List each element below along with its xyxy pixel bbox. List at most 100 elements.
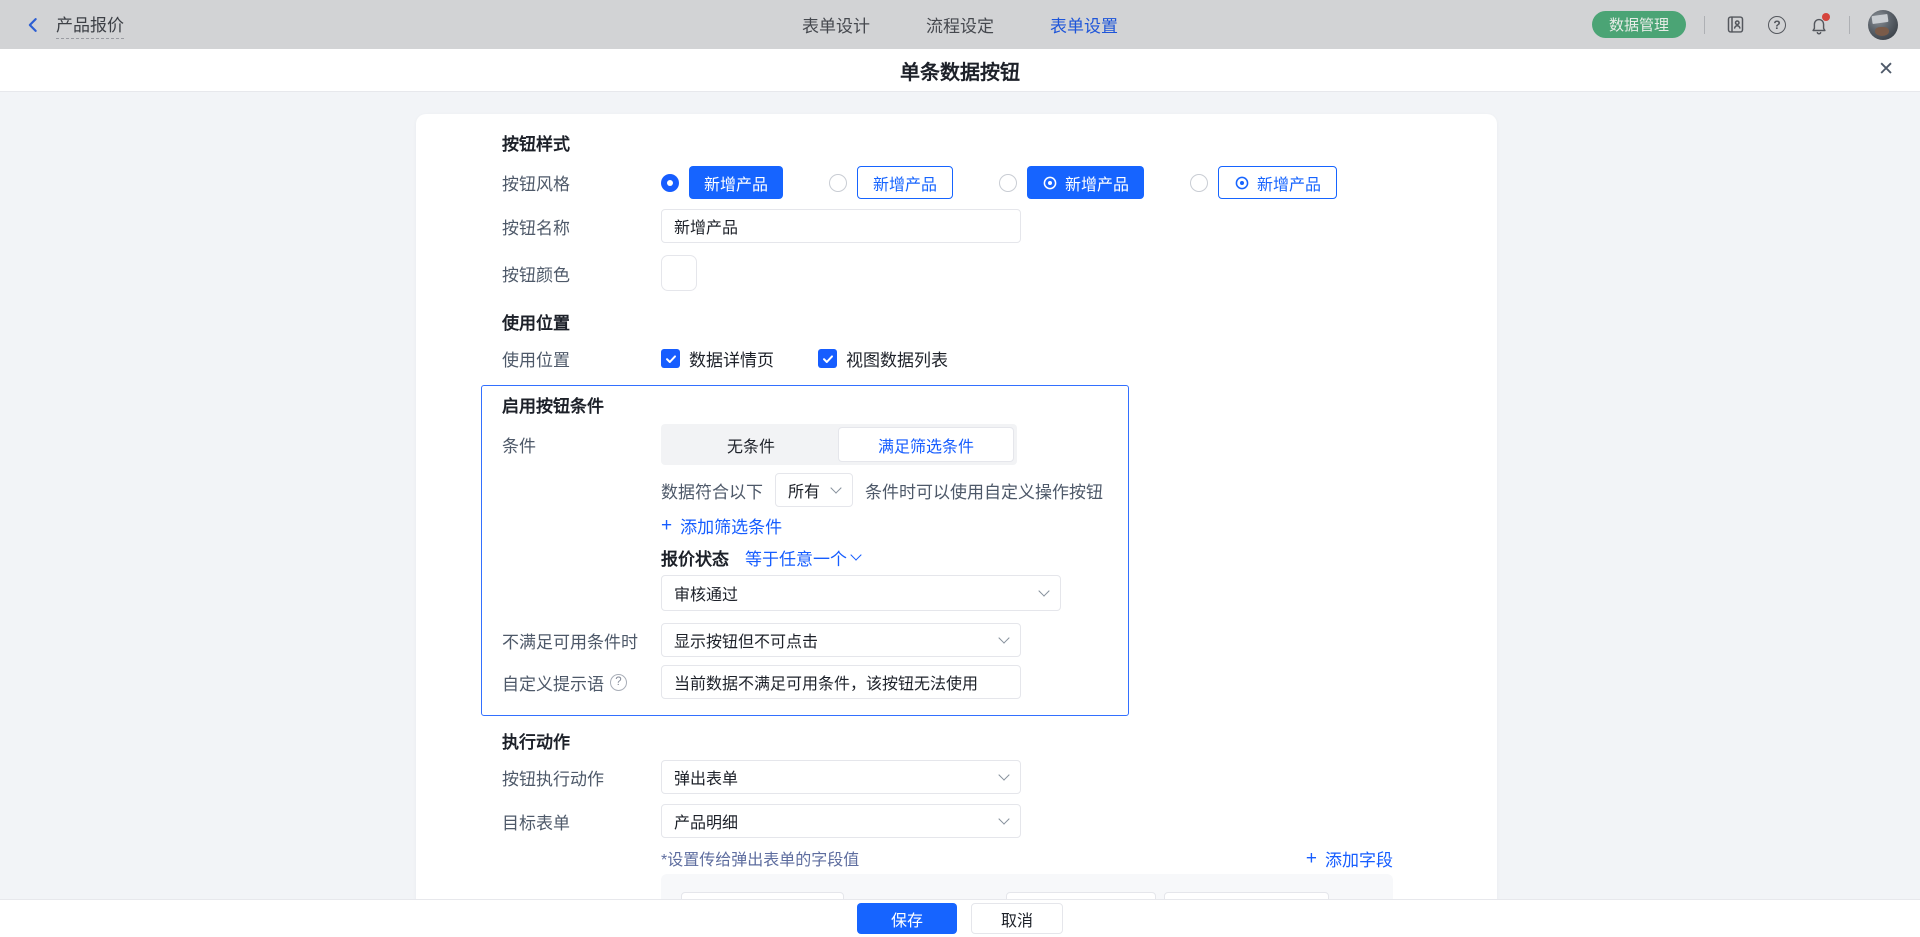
help-icon[interactable]: ? [1765, 13, 1789, 37]
notification-bell-icon[interactable] [1807, 13, 1831, 37]
filter-value-text: 审核通过 [674, 581, 738, 605]
checkbox-label: 视图数据列表 [846, 346, 948, 371]
filter-condition-row: 报价状态 等于任意一个 [661, 547, 1108, 567]
unmet-behavior-select[interactable]: 显示按钮但不可点击 [661, 623, 1021, 657]
preview-button-outline-icon[interactable]: 新增产品 [1218, 166, 1337, 199]
chevron-down-icon [830, 482, 841, 493]
radio-outline-icon[interactable] [1190, 174, 1208, 192]
button-name-label: 按钮名称 [502, 214, 661, 239]
match-suffix-text: 条件时可以使用自定义操作按钮 [865, 478, 1103, 503]
match-prefix-text: 数据符合以下 [661, 478, 763, 503]
ring-icon [1042, 175, 1058, 191]
form-name-title[interactable]: 产品报价 [56, 11, 124, 39]
plus-icon: + [661, 517, 672, 534]
preview-button-solid[interactable]: 新增产品 [689, 166, 783, 199]
section-button-style: 按钮样式 [502, 136, 1497, 154]
button-name-row: 按钮名称 新增产品 [502, 209, 1497, 243]
preview-label: 新增产品 [1257, 171, 1321, 195]
avatar[interactable] [1868, 10, 1898, 40]
radio-outline[interactable] [829, 174, 847, 192]
button-name-input[interactable]: 新增产品 [661, 209, 1021, 243]
custom-tip-row: 自定义提示语 ? 当前数据不满足可用条件，该按钮无法使用 [502, 665, 1108, 699]
usage-row: 使用位置 数据详情页 视图数据列表 [502, 346, 1497, 371]
section-action: 执行动作 [502, 734, 1497, 752]
topbar-tabs: 表单设计 流程设定 表单设置 [802, 12, 1118, 37]
style-option-outline-icon: 新增产品 [1190, 166, 1337, 199]
add-filter-button[interactable]: + 添加筛选条件 [661, 513, 782, 538]
unmet-value-text: 显示按钮但不可点击 [674, 628, 818, 652]
match-rule-row: 数据符合以下 所有 条件时可以使用自定义操作按钮 [661, 473, 1108, 507]
action-row: 按钮执行动作 弹出表单 [502, 760, 1497, 794]
match-mode-select[interactable]: 所有 [775, 473, 853, 507]
add-filter-row: + 添加筛选条件 [661, 515, 1108, 535]
app-screen: 产品报价 表单设计 流程设定 表单设置 数据管理 ? [0, 0, 1920, 937]
tab-form-settings[interactable]: 表单设置 [1050, 12, 1118, 37]
preview-label: 新增产品 [1065, 171, 1129, 195]
target-form-row: 目标表单 产品明细 [502, 804, 1497, 838]
style-option-solid: 新增产品 [661, 166, 783, 199]
settings-card: 按钮样式 按钮风格 新增产品 新增产品 [416, 114, 1497, 937]
filter-operator-value: 等于任意一个 [745, 545, 847, 570]
tab-flow-settings[interactable]: 流程设定 [926, 12, 994, 37]
topbar-divider [1704, 16, 1705, 34]
style-option-outline: 新增产品 [829, 166, 953, 199]
add-field-button[interactable]: + 添加字段 [1306, 846, 1393, 871]
modal-footer: 保存 取消 [0, 899, 1920, 937]
data-manage-button[interactable]: 数据管理 [1592, 11, 1686, 38]
checkbox-checked-icon[interactable] [818, 349, 837, 368]
usage-label: 使用位置 [502, 346, 661, 371]
ring-icon [1234, 175, 1250, 191]
action-label: 按钮执行动作 [502, 765, 661, 790]
back-icon[interactable] [22, 13, 46, 37]
enable-condition-box: 启用按钮条件 条件 无条件 满足筛选条件 数据符合以下 所有 条件时可以使用自定… [481, 385, 1129, 716]
radio-solid[interactable] [661, 174, 679, 192]
notification-badge [1822, 13, 1830, 21]
add-filter-label: 添加筛选条件 [680, 513, 782, 538]
topbar-divider [1849, 16, 1850, 34]
segment-no-condition[interactable]: 无条件 [664, 427, 838, 462]
radio-solid-icon[interactable] [999, 174, 1017, 192]
condition-row: 条件 无条件 满足筛选条件 [502, 424, 1108, 465]
unmet-condition-row: 不满足可用条件时 显示按钮但不可点击 [502, 623, 1108, 657]
cancel-button[interactable]: 取消 [971, 903, 1063, 934]
question-circle-icon[interactable]: ? [610, 674, 627, 691]
action-select[interactable]: 弹出表单 [661, 760, 1021, 794]
custom-tip-label-text: 自定义提示语 [502, 670, 604, 695]
preview-button-outline[interactable]: 新增产品 [857, 166, 953, 199]
filter-operator-select[interactable]: 等于任意一个 [745, 545, 860, 570]
address-book-icon[interactable] [1723, 13, 1747, 37]
section-usage: 使用位置 [502, 315, 1497, 333]
question-glyph: ? [615, 676, 621, 688]
button-style-label: 按钮风格 [502, 170, 661, 195]
chevron-down-icon [998, 769, 1009, 780]
custom-tip-input[interactable]: 当前数据不满足可用条件，该按钮无法使用 [661, 665, 1021, 699]
target-form-value-text: 产品明细 [674, 809, 738, 833]
help-glyph: ? [1773, 18, 1780, 32]
button-color-row: 按钮颜色 [502, 255, 1497, 291]
modal-title: 单条数据按钮 [900, 56, 1020, 85]
filter-value-select[interactable]: 审核通过 [661, 575, 1061, 611]
unmet-label: 不满足可用条件时 [502, 628, 661, 653]
close-icon[interactable]: ✕ [1878, 59, 1894, 81]
tab-form-design[interactable]: 表单设计 [802, 12, 870, 37]
field-note-text: *设置传给弹出表单的字段值 [661, 846, 859, 870]
button-style-row: 按钮风格 新增产品 新增产品 新增产品 [502, 166, 1497, 199]
field-note-row: *设置传给弹出表单的字段值 + 添加字段 [661, 848, 1393, 868]
checkbox-label: 数据详情页 [689, 346, 774, 371]
filter-value-row: 审核通过 [661, 575, 1108, 611]
save-button[interactable]: 保存 [857, 903, 957, 934]
add-field-label: 添加字段 [1325, 846, 1393, 871]
usage-option-view-list[interactable]: 视图数据列表 [818, 346, 948, 371]
checkbox-checked-icon[interactable] [661, 349, 680, 368]
segment-filter-condition[interactable]: 满足筛选条件 [838, 427, 1014, 462]
target-form-select[interactable]: 产品明细 [661, 804, 1021, 838]
preview-button-solid-icon[interactable]: 新增产品 [1027, 166, 1144, 199]
preview-label: 新增产品 [873, 171, 937, 195]
modal-header: 单条数据按钮 ✕ [0, 49, 1920, 92]
chevron-down-icon [998, 813, 1009, 824]
usage-option-detail-page[interactable]: 数据详情页 [661, 346, 774, 371]
filter-field-name: 报价状态 [661, 545, 729, 570]
preview-label: 新增产品 [704, 171, 768, 195]
section-enable-condition: 启用按钮条件 [502, 398, 1108, 416]
color-swatch-frame [661, 255, 697, 291]
